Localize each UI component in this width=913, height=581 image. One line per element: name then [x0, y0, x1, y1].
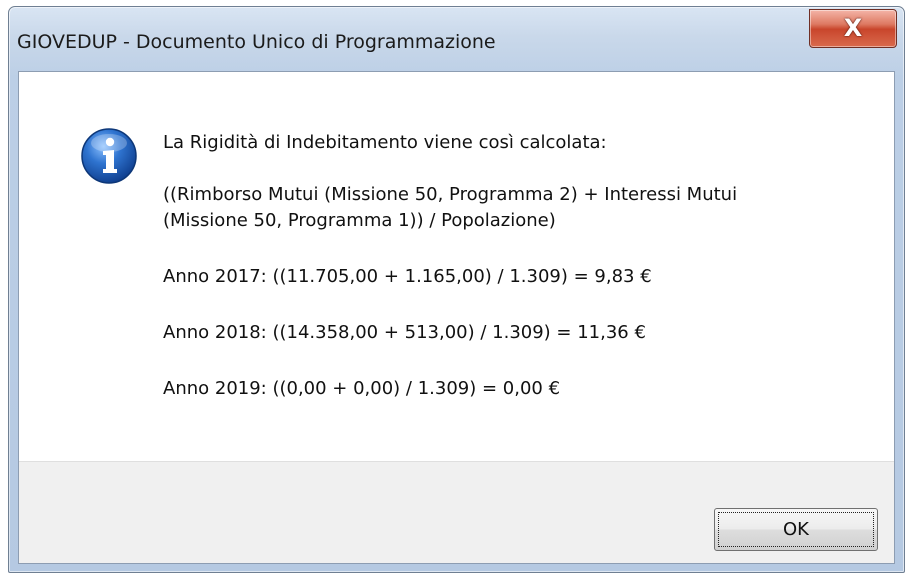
window-title: GIOVEDUP - Documento Unico di Programmaz… — [17, 31, 496, 53]
dialog-client-area: La Rigidità di Indebitamento viene così … — [18, 71, 895, 564]
ok-button-label: OK — [718, 512, 874, 547]
message-area: La Rigidità di Indebitamento viene così … — [19, 72, 894, 461]
title-bar[interactable]: GIOVEDUP - Documento Unico di Programmaz… — [9, 7, 904, 71]
close-icon: X — [843, 13, 863, 42]
year-2018-line: Anno 2018: ((14.358,00 + 513,00) / 1.309… — [163, 322, 646, 343]
ok-button[interactable]: OK — [714, 508, 878, 551]
year-2017-line: Anno 2017: ((11.705,00 + 1.165,00) / 1.3… — [163, 266, 652, 287]
message-intro: La Rigidità di Indebitamento viene così … — [163, 132, 607, 153]
year-2019-line: Anno 2019: ((0,00 + 0,00) / 1.309) = 0,0… — [163, 378, 561, 399]
message-text: La Rigidità di Indebitamento viene così … — [163, 130, 863, 402]
message-box-window: GIOVEDUP - Documento Unico di Programmaz… — [8, 6, 905, 573]
formula-line-1: ((Rimborso Mutui (Missione 50, Programma… — [163, 184, 738, 205]
formula-line-2: (Missione 50, Programma 1)) / Popolazion… — [163, 210, 556, 231]
close-button[interactable]: X — [809, 9, 897, 48]
button-area: OK — [19, 461, 894, 563]
info-icon — [81, 128, 137, 184]
